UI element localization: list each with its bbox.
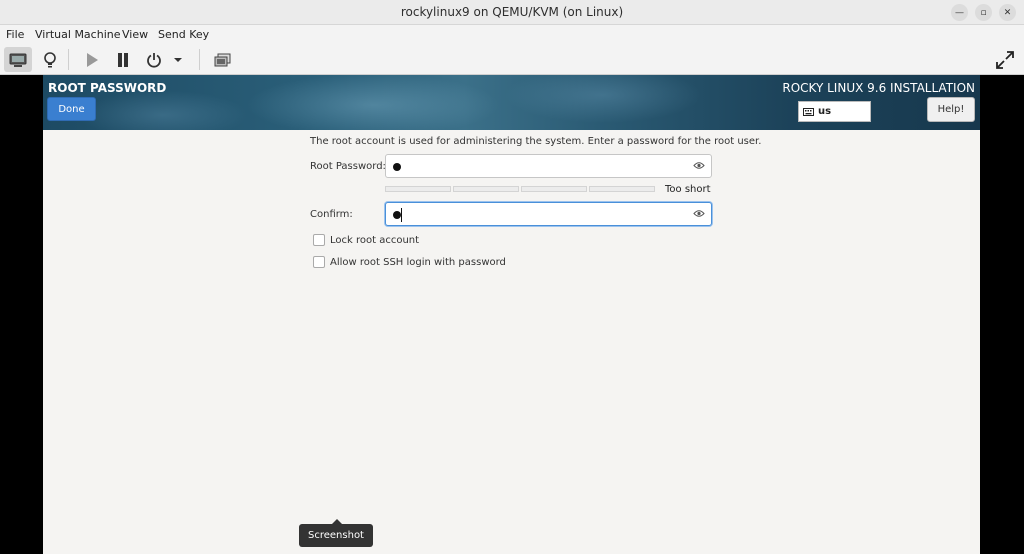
lock-root-label: Lock root account [330, 234, 420, 246]
strength-segment [521, 186, 587, 192]
power-icon [147, 52, 161, 68]
show-password-icon[interactable] [693, 161, 705, 170]
help-button[interactable]: Help! [927, 97, 975, 122]
menu-virtual-machine[interactable]: Virtual Machine [35, 28, 121, 41]
fullscreen-icon [996, 50, 1014, 69]
menu-file[interactable]: File [6, 28, 24, 41]
ssh-login-label: Allow root SSH login with password [330, 256, 506, 268]
minimize-icon: — [955, 7, 964, 18]
lock-root-checkbox[interactable] [313, 234, 325, 246]
pause-icon [118, 52, 128, 67]
toolbar-separator [68, 49, 69, 70]
details-button[interactable] [36, 47, 64, 72]
power-menu-button[interactable] [168, 47, 188, 72]
root-password-label: Root Password: [310, 161, 386, 172]
maximize-button[interactable]: ▫ [975, 4, 992, 21]
menubar: File Virtual Machine View Send Key [0, 25, 1024, 44]
toolbar [0, 44, 1024, 75]
keyboard-icon [803, 107, 814, 116]
lock-root-option[interactable]: Lock root account [313, 234, 419, 246]
strength-segment [589, 186, 655, 192]
keyboard-layout-indicator[interactable]: us [798, 101, 871, 122]
menu-send-key[interactable]: Send Key [158, 28, 209, 41]
run-button[interactable] [78, 47, 106, 72]
spoke-title: ROOT PASSWORD [48, 81, 167, 95]
ssh-login-checkbox[interactable] [313, 256, 325, 268]
window-titlebar: rockylinux9 on QEMU/KVM (on Linux) — ▫ ✕ [0, 0, 1024, 25]
close-icon: ✕ [1003, 7, 1012, 18]
window-title: rockylinux9 on QEMU/KVM (on Linux) [400, 5, 624, 19]
power-button[interactable] [140, 47, 168, 72]
ssh-login-option[interactable]: Allow root SSH login with password [313, 256, 506, 268]
guest-display[interactable]: ROOT PASSWORD Done ROCKY LINUX 9.6 INSTA… [43, 75, 980, 554]
confirm-password-input[interactable] [385, 202, 712, 226]
maximize-icon: ▫ [980, 7, 987, 18]
console-button[interactable] [4, 47, 32, 72]
root-password-input[interactable] [385, 154, 712, 178]
strength-segment [453, 186, 519, 192]
done-button[interactable]: Done [47, 97, 96, 121]
details-icon [44, 51, 56, 67]
installer-header: ROOT PASSWORD Done ROCKY LINUX 9.6 INSTA… [43, 75, 980, 130]
pause-button[interactable] [109, 47, 137, 72]
run-icon [87, 52, 98, 67]
show-password-icon[interactable] [693, 209, 705, 218]
confirm-label: Confirm: [310, 209, 353, 220]
root-password-description: The root account is used for administeri… [310, 136, 762, 147]
password-mask-dot [393, 211, 401, 219]
text-caret [401, 208, 402, 222]
fullscreen-button[interactable] [991, 47, 1019, 72]
password-strength-meter [385, 186, 655, 192]
console-icon [9, 53, 27, 67]
screenshot-tooltip: Screenshot [299, 519, 373, 547]
close-button[interactable]: ✕ [999, 4, 1016, 21]
keyboard-layout-label: us [818, 106, 832, 117]
snapshots-button[interactable] [209, 47, 237, 72]
product-title: ROCKY LINUX 9.6 INSTALLATION [782, 81, 975, 95]
snapshots-icon [214, 53, 231, 66]
password-mask-dot [393, 163, 401, 171]
strength-segment [385, 186, 451, 192]
menu-view[interactable]: View [122, 28, 148, 41]
toolbar-separator [199, 49, 200, 70]
minimize-button[interactable]: — [951, 4, 968, 21]
power-menu-chevron-icon [174, 57, 182, 62]
password-strength-text: Too short [665, 184, 711, 195]
